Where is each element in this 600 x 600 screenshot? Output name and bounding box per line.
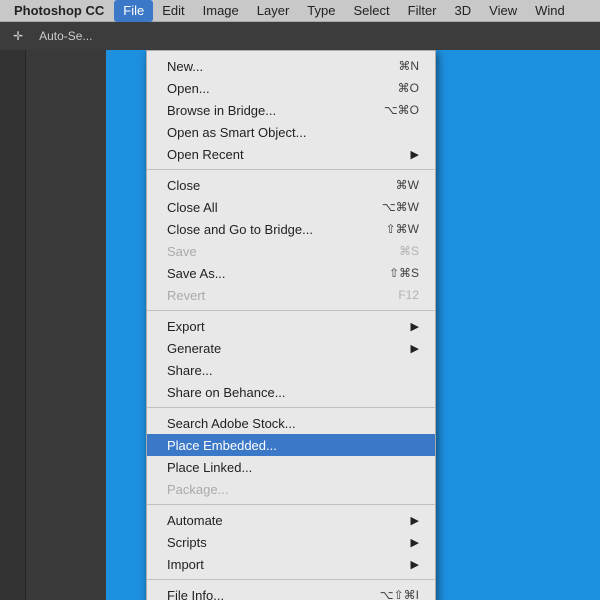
menu-item-revert: Revert F12 [147,284,435,306]
toolbar-mode[interactable]: Auto-Se... [34,27,97,45]
toolbar-move-icon[interactable]: ✛ [8,27,28,45]
menu-item-open-smart[interactable]: Open as Smart Object... [147,121,435,143]
menu-edit[interactable]: Edit [153,0,193,22]
menu-item-close-all[interactable]: Close All ⌥⌘W [147,196,435,218]
menu-item-search-stock[interactable]: Search Adobe Stock... [147,412,435,434]
menu-item-open[interactable]: Open... ⌘O [147,77,435,99]
toolbar: ✛ Auto-Se... [0,22,600,50]
menu-view[interactable]: View [480,0,526,22]
menu-type[interactable]: Type [298,0,344,22]
menu-filter[interactable]: Filter [399,0,446,22]
separator-3 [147,407,435,408]
menu-item-open-recent[interactable]: Open Recent ▶ [147,143,435,165]
menu-file[interactable]: File [114,0,153,22]
menu-item-automate[interactable]: Automate ▶ [147,509,435,531]
menu-item-save: Save ⌘S [147,240,435,262]
menu-item-new[interactable]: New... ⌘N [147,55,435,77]
canvas-area: New... ⌘N Open... ⌘O Browse in Bridge...… [26,50,600,600]
menubar: Photoshop CC File Edit Image Layer Type … [0,0,600,22]
menu-item-package: Package... [147,478,435,500]
main-area: New... ⌘N Open... ⌘O Browse in Bridge...… [0,50,600,600]
menu-item-close-bridge[interactable]: Close and Go to Bridge... ⇧⌘W [147,218,435,240]
menu-item-import[interactable]: Import ▶ [147,553,435,575]
menu-item-share-behance[interactable]: Share on Behance... [147,381,435,403]
menu-wind[interactable]: Wind [526,0,574,22]
menu-layer[interactable]: Layer [248,0,299,22]
menu-item-place-linked[interactable]: Place Linked... [147,456,435,478]
separator-1 [147,169,435,170]
menu-3d[interactable]: 3D [446,0,481,22]
menu-item-scripts[interactable]: Scripts ▶ [147,531,435,553]
separator-2 [147,310,435,311]
menu-item-close[interactable]: Close ⌘W [147,174,435,196]
menu-image[interactable]: Image [194,0,248,22]
dropdown-overlay: New... ⌘N Open... ⌘O Browse in Bridge...… [26,50,600,600]
menu-select[interactable]: Select [344,0,398,22]
menu-item-share[interactable]: Share... [147,359,435,381]
menu-item-generate[interactable]: Generate ▶ [147,337,435,359]
menu-item-browse-bridge[interactable]: Browse in Bridge... ⌥⌘O [147,99,435,121]
file-dropdown-menu: New... ⌘N Open... ⌘O Browse in Bridge...… [146,50,436,600]
sidebar-tools [0,50,26,600]
separator-4 [147,504,435,505]
app-name: Photoshop CC [4,3,114,18]
menu-item-place-embedded[interactable]: Place Embedded... [147,434,435,456]
menu-item-file-info[interactable]: File Info... ⌥⇧⌘I [147,584,435,600]
separator-5 [147,579,435,580]
menu-item-save-as[interactable]: Save As... ⇧⌘S [147,262,435,284]
menu-item-export[interactable]: Export ▶ [147,315,435,337]
